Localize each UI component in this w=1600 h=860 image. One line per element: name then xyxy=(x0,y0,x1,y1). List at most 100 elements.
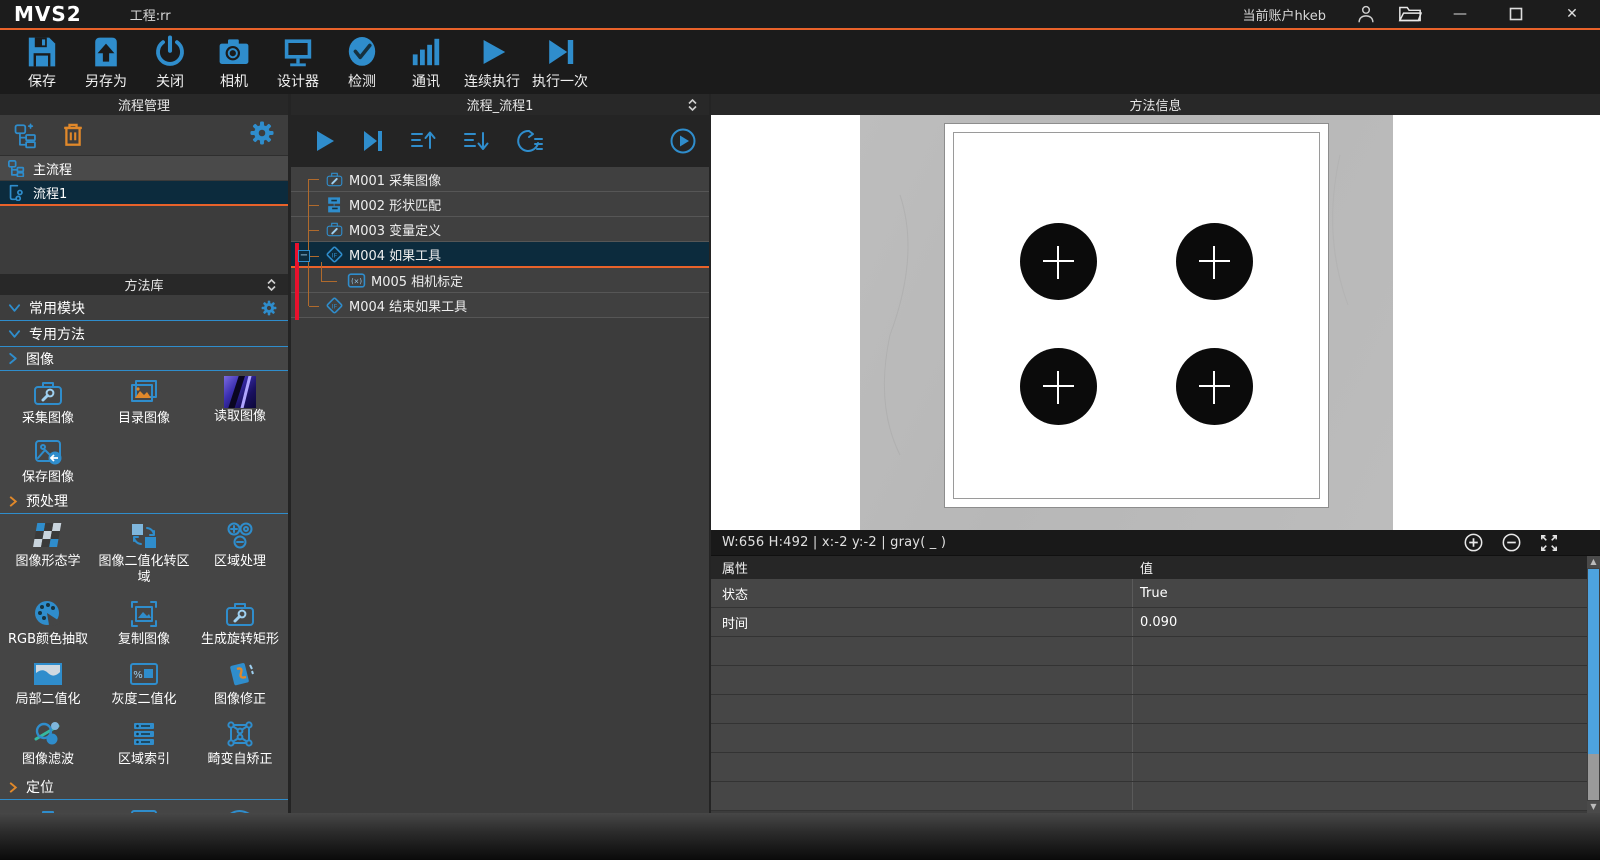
zoom-in-icon[interactable] xyxy=(1464,533,1483,552)
run-selected-button[interactable] xyxy=(669,127,697,155)
run-once-button[interactable]: 执行一次 xyxy=(526,32,594,91)
toolbar-label: 检测 xyxy=(348,71,376,91)
window-bottom-edge xyxy=(0,813,1600,860)
table-row-empty xyxy=(711,782,1600,811)
clipped-method-icon[interactable] xyxy=(0,800,96,813)
property-cell: 时间 xyxy=(711,608,1133,636)
step-flow-button[interactable] xyxy=(360,128,386,154)
table-scrollbar[interactable]: ▲ ▼ xyxy=(1587,556,1600,813)
method-morphology[interactable]: 图像形态学 xyxy=(0,514,96,592)
method-make-rotated-rect[interactable]: 生成旋转矩形 xyxy=(192,592,288,652)
method-acquire-image[interactable]: 采集图像 xyxy=(0,371,96,430)
tree-connector xyxy=(309,205,319,206)
section-preprocess[interactable]: 预处理 xyxy=(0,489,288,514)
save-button[interactable]: 保存 xyxy=(10,32,74,91)
group-special-methods[interactable]: 专用方法 xyxy=(0,321,288,347)
clipped-method-icon[interactable] xyxy=(192,800,288,813)
method-local-binarize[interactable]: 局部二值化 xyxy=(0,652,96,712)
close-button[interactable]: ✕ xyxy=(1544,0,1600,28)
flow-node-tree: M001 采集图像 M002 形状匹配 M003 变量定义 IF M004 如果… xyxy=(291,167,709,318)
method-label: 畸变自矫正 xyxy=(207,752,272,768)
expand-collapse-box[interactable]: − xyxy=(298,250,310,262)
flow-node-m002[interactable]: M002 形状匹配 xyxy=(291,192,709,217)
calibration-board xyxy=(945,124,1328,507)
flow-node-m003[interactable]: M003 变量定义 xyxy=(291,217,709,242)
detect-button[interactable]: 检测 xyxy=(330,32,394,91)
flow-node-label: M002 形状匹配 xyxy=(349,195,441,214)
image-correct-icon xyxy=(223,657,257,691)
flow-node-m001[interactable]: M001 采集图像 xyxy=(291,167,709,192)
method-image-filter[interactable]: 图像滤波 xyxy=(0,712,96,775)
method-rgb-extract[interactable]: RGB颜色抽取 xyxy=(0,592,96,652)
communication-button[interactable]: 通讯 xyxy=(394,32,458,91)
table-row-empty xyxy=(711,695,1600,724)
flow-node-m005[interactable]: (×) M005 相机标定 xyxy=(291,268,709,293)
method-directory-image[interactable]: 目录图像 xyxy=(96,371,192,430)
collapse-panel-icon[interactable] xyxy=(265,278,278,296)
method-region-process[interactable]: 区域处理 xyxy=(192,514,288,592)
step-forward-icon xyxy=(542,34,578,70)
method-save-image[interactable]: 保存图像 xyxy=(0,430,96,489)
method-library-title: 方法库 xyxy=(124,275,163,294)
section-image[interactable]: 图像 xyxy=(0,347,288,371)
designer-button[interactable]: 设计器 xyxy=(266,32,330,91)
delete-flow-button[interactable] xyxy=(58,120,88,150)
library-gear-icon[interactable] xyxy=(260,299,278,317)
camera-image xyxy=(860,115,1393,530)
calibration-dot xyxy=(1020,348,1097,425)
user-icon[interactable] xyxy=(1344,0,1388,28)
section-locate[interactable]: 定位 xyxy=(0,775,288,800)
flow-manager-header: 流程管理 xyxy=(0,94,288,115)
photo-icon xyxy=(127,805,161,813)
property-cell: 状态 xyxy=(711,579,1133,607)
method-region-index[interactable]: 区域索引 xyxy=(96,712,192,775)
main-area: 流程管理 主流程 流程1 方 xyxy=(0,94,1600,813)
viewer-status-bar: W:656 H:492 | x:-2 y:-2 | gray( _ ) xyxy=(711,530,1600,556)
clipped-method-icon[interactable] xyxy=(96,800,192,813)
signal-bars-icon xyxy=(408,34,444,70)
image-viewer[interactable] xyxy=(711,115,1600,530)
move-up-button[interactable] xyxy=(409,128,439,154)
mesh-grid-icon xyxy=(223,717,257,751)
flow-manager-toolbar xyxy=(0,115,288,156)
fit-screen-icon[interactable] xyxy=(1540,534,1558,552)
scrollbar-thumb[interactable] xyxy=(1588,569,1599,754)
stacked-photos-icon xyxy=(127,376,161,410)
main-toolbar: 保存 另存为 关闭 相机 设计器 检测 通讯 连续执行 xyxy=(0,32,1600,94)
method-gray-binarize[interactable]: % 灰度二值化 xyxy=(96,652,192,712)
flow-node-m004-if[interactable]: IF M004 如果工具 xyxy=(291,242,709,268)
method-read-image[interactable]: 读取图像 xyxy=(192,371,288,430)
folder-icon[interactable] xyxy=(1388,0,1432,28)
loop-order-button[interactable] xyxy=(515,128,545,154)
flow-item-main[interactable]: 主流程 xyxy=(0,156,288,181)
minimize-button[interactable]: — xyxy=(1432,0,1488,28)
save-as-button[interactable]: 另存为 xyxy=(74,32,138,91)
run-continuous-button[interactable]: 连续执行 xyxy=(458,32,526,91)
flow-item-flow1[interactable]: 流程1 xyxy=(0,181,288,206)
run-flow-button[interactable] xyxy=(311,128,337,154)
tree-connector xyxy=(321,281,337,282)
method-copy-image[interactable]: 复制图像 xyxy=(96,592,192,652)
move-down-button[interactable] xyxy=(462,128,492,154)
flow-node-m004-endif[interactable]: IF M004 结束如果工具 xyxy=(291,293,709,318)
group-common-modules[interactable]: 常用模块 xyxy=(0,295,288,321)
camera-button[interactable]: 相机 xyxy=(202,32,266,91)
shape-icon xyxy=(223,805,257,813)
flow-tree-icon xyxy=(8,160,25,177)
method-image-correct[interactable]: 图像修正 xyxy=(192,652,288,712)
close-project-button[interactable]: 关闭 xyxy=(138,32,202,91)
zoom-out-icon[interactable] xyxy=(1502,533,1521,552)
image-filter-icon xyxy=(31,717,65,751)
add-flow-button[interactable] xyxy=(12,120,42,150)
flow-settings-gear-icon[interactable] xyxy=(248,119,276,151)
collapse-panel-icon[interactable] xyxy=(686,98,699,116)
method-binarize-to-region[interactable]: 图像二值化转区域 xyxy=(96,514,192,592)
power-icon xyxy=(152,34,188,70)
tree-connector xyxy=(309,230,319,231)
maximize-button[interactable] xyxy=(1488,0,1544,28)
scroll-up-arrow[interactable]: ▲ xyxy=(1587,556,1600,568)
chevron-right-icon xyxy=(8,781,18,794)
scroll-down-arrow[interactable]: ▼ xyxy=(1587,801,1600,813)
method-distortion-correct[interactable]: 畸变自矫正 xyxy=(192,712,288,775)
flow-node-label: M005 相机标定 xyxy=(371,271,463,290)
